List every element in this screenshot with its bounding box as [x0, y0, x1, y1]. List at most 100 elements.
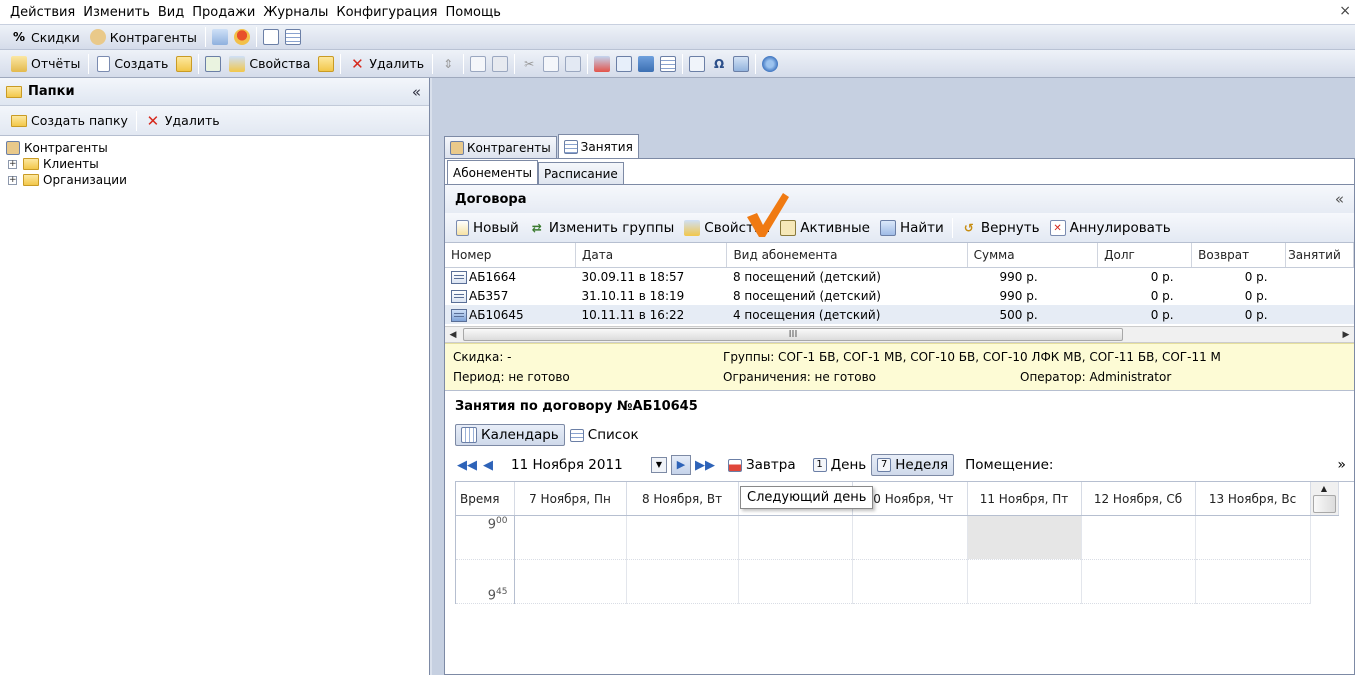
create-folder-button[interactable]: Создать папку — [6, 110, 133, 132]
day-header-mon[interactable]: 7 Ноября, Пн — [514, 482, 627, 516]
folder-icon[interactable] — [318, 55, 335, 72]
image-icon[interactable] — [733, 55, 750, 72]
new-button[interactable]: Новый — [451, 217, 524, 239]
menu-journals[interactable]: Журналы — [259, 5, 332, 20]
scroll-up-icon[interactable]: ▲ — [1313, 484, 1336, 493]
badge-icon[interactable] — [233, 29, 250, 45]
time-slot[interactable] — [1081, 559, 1196, 604]
col-sum[interactable]: Сумма — [967, 243, 1099, 268]
day-header-tue[interactable]: 8 Ноября, Вт — [626, 482, 739, 516]
time-slot[interactable] — [852, 515, 968, 560]
hierarchy-icon[interactable] — [638, 55, 655, 72]
create-button[interactable]: Создать — [92, 53, 173, 75]
next-day-icon[interactable]: ▶ — [671, 455, 691, 475]
day-header-sat[interactable]: 12 Ноября, Сб — [1081, 482, 1196, 516]
time-slot[interactable] — [626, 559, 739, 604]
omega-icon[interactable]: Ω — [711, 56, 727, 72]
discounts-button[interactable]: % Скидки — [6, 26, 85, 48]
time-slot[interactable] — [1081, 515, 1196, 560]
list-icon[interactable] — [660, 55, 677, 72]
tree-node-clients[interactable]: + Клиенты — [6, 156, 423, 172]
col-type[interactable]: Вид абонемента — [726, 243, 968, 268]
time-slot[interactable] — [967, 559, 1082, 604]
expand-icon[interactable]: + — [8, 159, 17, 169]
folder-add-icon[interactable] — [176, 55, 193, 72]
delete-button[interactable]: ✕ Удалить — [344, 53, 429, 75]
menu-actions[interactable]: Действия — [6, 5, 79, 20]
scroll-thumb[interactable] — [1312, 495, 1336, 513]
close-icon[interactable]: × — [1339, 3, 1351, 19]
time-slot[interactable] — [738, 515, 853, 560]
cut-icon[interactable]: ✂ — [521, 56, 537, 72]
date-dropdown-icon[interactable]: ▼ — [651, 457, 667, 473]
day-button[interactable]: 1 День — [808, 454, 872, 476]
edit-icon[interactable] — [205, 55, 222, 72]
time-slot[interactable] — [738, 559, 853, 604]
expand-icon[interactable]: + — [8, 175, 17, 185]
time-slot[interactable] — [1195, 559, 1311, 604]
menu-edit[interactable]: Изменить — [79, 5, 154, 20]
table-row[interactable]: АБ357 31.10.11 в 18:19 8 посещений (детс… — [445, 286, 1354, 305]
copy-icon[interactable] — [543, 55, 560, 72]
paste-icon[interactable] — [565, 55, 582, 72]
scroll-thumb[interactable]: III — [463, 328, 1123, 341]
col-date[interactable]: Дата — [575, 243, 728, 268]
properties-button[interactable]: Свойства — [224, 53, 315, 75]
bucket-icon[interactable] — [594, 55, 611, 72]
time-slot[interactable] — [514, 515, 627, 560]
tab-contractors[interactable]: Контрагенты — [444, 136, 557, 158]
return-button[interactable]: ↺ Вернуть — [956, 217, 1045, 239]
report-icon[interactable] — [211, 29, 228, 45]
col-number[interactable]: Номер — [445, 243, 577, 268]
previous-icon[interactable]: ◀ — [483, 458, 493, 473]
col-debt[interactable]: Долг — [1097, 243, 1193, 268]
preview-icon[interactable] — [470, 55, 487, 72]
col-lessons[interactable]: Занятий — [1285, 243, 1354, 268]
week-button[interactable]: 7 Неделя — [871, 454, 955, 476]
horizontal-scrollbar[interactable]: ◀ III ▶ — [445, 326, 1354, 343]
change-groups-button[interactable]: ⇄ Изменить группы — [524, 217, 679, 239]
active-button[interactable]: Активные — [747, 192, 875, 239]
time-slot-today[interactable] — [967, 515, 1082, 560]
time-slot[interactable] — [514, 559, 627, 604]
print-icon[interactable] — [492, 55, 509, 72]
menu-sales[interactable]: Продажи — [188, 5, 259, 20]
table-row-selected[interactable]: АБ10645 10.11.11 в 16:22 4 посещения (де… — [445, 305, 1354, 324]
reports-button[interactable]: Отчёты — [6, 53, 85, 75]
last-icon[interactable]: ▶▶ — [695, 458, 715, 473]
time-slot[interactable] — [626, 515, 739, 560]
collapse-icon[interactable]: « — [412, 83, 421, 101]
day-header-sun[interactable]: 13 Ноября, Вс — [1195, 482, 1311, 516]
menu-configuration[interactable]: Конфигурация — [332, 5, 441, 20]
window-icon[interactable] — [616, 55, 633, 72]
tree-node-organizations[interactable]: + Организации — [6, 172, 423, 188]
calendar-icon[interactable] — [689, 55, 706, 72]
tab-schedule[interactable]: Расписание — [537, 162, 624, 184]
schedule-icon[interactable] — [284, 29, 301, 45]
list-view-button[interactable]: Список — [565, 424, 644, 446]
cancel-contract-button[interactable]: ✕ Аннулировать — [1045, 217, 1176, 239]
table-row[interactable]: АБ1664 30.09.11 в 18:57 8 посещений (дет… — [445, 267, 1354, 286]
time-slot[interactable] — [852, 559, 968, 604]
refresh-icon[interactable] — [762, 55, 779, 72]
find-button[interactable]: Найти — [875, 217, 949, 239]
date-field[interactable]: 11 Ноября 2011 — [511, 457, 651, 473]
contractors-button[interactable]: Контрагенты — [85, 26, 202, 48]
day-header-fri[interactable]: 11 Ноября, Пт — [967, 482, 1082, 516]
collapse-icon[interactable]: « — [1335, 190, 1344, 208]
menu-view[interactable]: Вид — [154, 5, 188, 20]
tree-node-contractors[interactable]: Контрагенты — [6, 140, 423, 156]
vertical-scrollbar[interactable]: ▲ — [1310, 482, 1339, 516]
calendar-check-icon[interactable] — [262, 29, 279, 45]
more-icon[interactable]: » — [1337, 457, 1346, 473]
first-icon[interactable]: ◀◀ — [457, 458, 477, 473]
tab-lessons[interactable]: Занятия — [557, 134, 639, 158]
time-slot[interactable] — [1195, 515, 1311, 560]
col-refund[interactable]: Возврат — [1191, 243, 1287, 268]
scroll-left-icon[interactable]: ◀ — [445, 330, 461, 340]
tab-subscriptions[interactable]: Абонементы — [447, 160, 538, 184]
delete-folder-button[interactable]: ✕ Удалить — [140, 110, 225, 132]
scroll-right-icon[interactable]: ▶ — [1338, 330, 1354, 340]
menu-help[interactable]: Помощь — [441, 5, 504, 20]
calendar-view-button[interactable]: Календарь — [455, 424, 565, 446]
